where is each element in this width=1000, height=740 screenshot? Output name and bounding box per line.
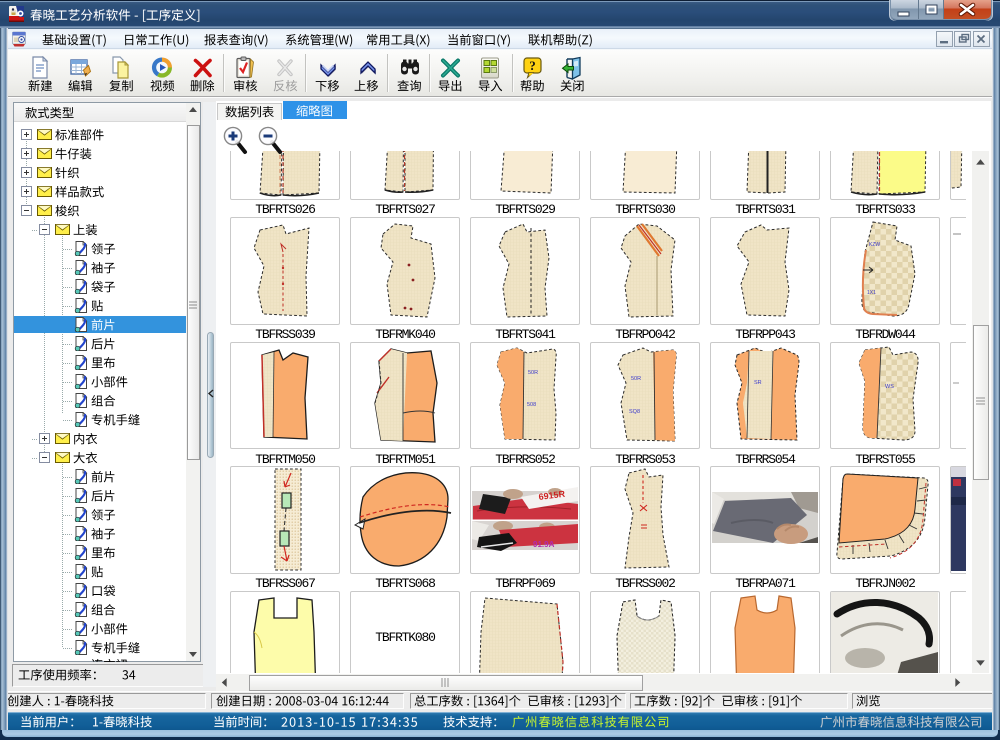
svg-text:91.9A: 91.9A: [533, 540, 555, 549]
svg-text:508: 508: [527, 402, 536, 408]
svg-text:50R: 50R: [631, 376, 641, 382]
svg-text:KZW: KZW: [869, 242, 880, 248]
svg-text:SQ8: SQ8: [629, 409, 640, 415]
svg-text:50R: 50R: [528, 370, 538, 376]
svg-text:SR: SR: [754, 380, 762, 386]
svg-text:1X1: 1X1: [867, 290, 876, 296]
svg-text:WS: WS: [885, 384, 894, 390]
svg-text:?: ?: [529, 58, 536, 73]
